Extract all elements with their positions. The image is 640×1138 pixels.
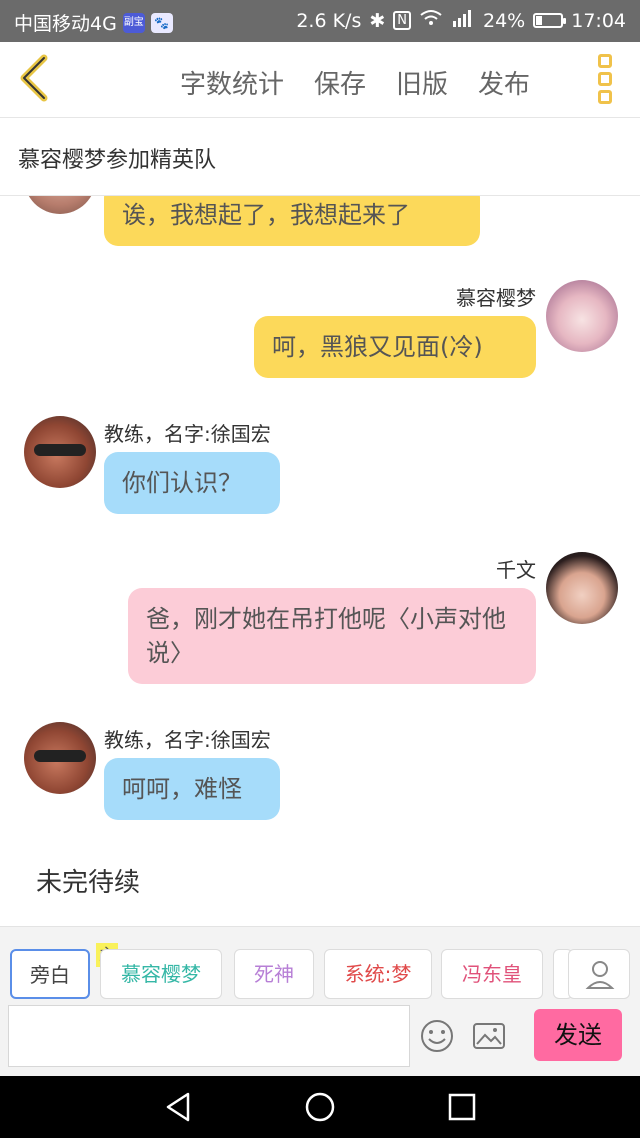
role-sishen[interactable]: 死神 [234, 949, 314, 999]
publish-button[interactable]: 发布 [478, 64, 530, 101]
message-bubble[interactable]: 你们认识？ [104, 452, 280, 514]
save-button[interactable]: 保存 [314, 64, 366, 101]
role-label: 冯东皇 [462, 962, 522, 986]
speaker-name: 教练，名字:徐国宏 [104, 422, 271, 446]
message-bubble[interactable]: 爸，刚才她在吊打他呢〈小声对他说〉 [128, 588, 536, 684]
system-nav-bar [0, 1076, 640, 1138]
emoji-button[interactable] [418, 1017, 456, 1055]
message-text: 诶，我想起了，我想起来了 [122, 201, 410, 229]
composer-panel: 旁白 主 慕容樱梦 死神 系统:梦 冯东皇 发送 [0, 926, 640, 1076]
avatar[interactable] [24, 722, 96, 794]
smiley-icon [421, 1020, 453, 1052]
battery-percent: 24% [483, 9, 526, 32]
network-speed: 2.6 K/s [296, 9, 362, 32]
message-text: 爸，刚才她在吊打他呢〈小声对他说〉 [146, 605, 506, 667]
chat-area[interactable]: 诶，我想起了，我想起来了 慕容樱梦 呵，黑狼又见面(冷) 教练，名字:徐国宏 你… [0, 196, 640, 926]
role-murong-yingmeng[interactable]: 慕容樱梦 [100, 949, 222, 999]
status-bar: 中国移动4G 副宝 🐾 2.6 K/s ✱ N 24% 17:04 [0, 0, 640, 42]
speaker-name: 慕容樱梦 [456, 286, 536, 310]
avatar[interactable] [24, 416, 96, 488]
battery-icon [533, 13, 567, 28]
message-text: 呵呵，难怪 [122, 775, 242, 803]
carrier-label: 中国移动4G [14, 13, 117, 35]
message-text: 你们认识？ [122, 469, 242, 497]
role-narrator[interactable]: 旁白 [10, 949, 90, 999]
narration-text: 未完待续 [36, 868, 141, 898]
avatar[interactable] [546, 280, 618, 352]
circle-home-icon [305, 1092, 335, 1122]
avatar[interactable] [24, 196, 96, 214]
role-label: 系统:梦 [344, 962, 412, 986]
more-menu-icon[interactable] [598, 54, 616, 104]
nfc-icon: N [393, 11, 411, 30]
message-text: 呵，黑狼又见面(冷) [272, 333, 483, 361]
triangle-back-icon [166, 1092, 190, 1122]
speaker-name: 千文 [496, 558, 536, 582]
editor-header: 字数统计 保存 旧版 发布 [0, 42, 640, 118]
story-title: 慕容樱梦参加精英队 [18, 148, 217, 173]
wifi-icon [419, 9, 443, 32]
back-button[interactable] [16, 54, 56, 102]
role-label: 慕容樱梦 [121, 962, 201, 986]
word-count-button[interactable]: 字数统计 [180, 64, 284, 101]
role-system-meng[interactable]: 系统:梦 [324, 949, 432, 999]
clock: 17:04 [571, 9, 626, 32]
image-icon [473, 1023, 505, 1049]
role-label: 旁白 [30, 963, 70, 987]
message-bubble[interactable]: 诶，我想起了，我想起来了 [104, 196, 480, 246]
image-button[interactable] [470, 1017, 508, 1055]
bluetooth-icon: ✱ [369, 9, 386, 32]
add-role-button[interactable] [568, 949, 630, 999]
person-icon [585, 961, 615, 989]
send-button[interactable]: 发送 [534, 1009, 622, 1061]
nav-back-button[interactable] [162, 1090, 196, 1124]
role-label: 死神 [254, 962, 294, 986]
signal-icon [451, 9, 475, 32]
nav-home-button[interactable] [303, 1090, 337, 1124]
role-feng-donghuang[interactable]: 冯东皇 [441, 949, 543, 999]
avatar[interactable] [546, 552, 618, 624]
app-badge-icon: 副宝 [122, 12, 145, 33]
square-recents-icon [448, 1093, 476, 1121]
message-bubble[interactable]: 呵呵，难怪 [104, 758, 280, 820]
story-title-bar[interactable]: 慕容樱梦参加精英队 [0, 118, 640, 196]
nav-recents-button[interactable] [445, 1090, 479, 1124]
paw-badge-icon: 🐾 [150, 12, 173, 33]
message-input[interactable] [8, 1005, 410, 1067]
speaker-name: 教练，名字:徐国宏 [104, 728, 271, 752]
message-bubble[interactable]: 呵，黑狼又见面(冷) [254, 316, 536, 378]
old-version-button[interactable]: 旧版 [396, 64, 448, 101]
chevron-left-icon [20, 54, 48, 102]
